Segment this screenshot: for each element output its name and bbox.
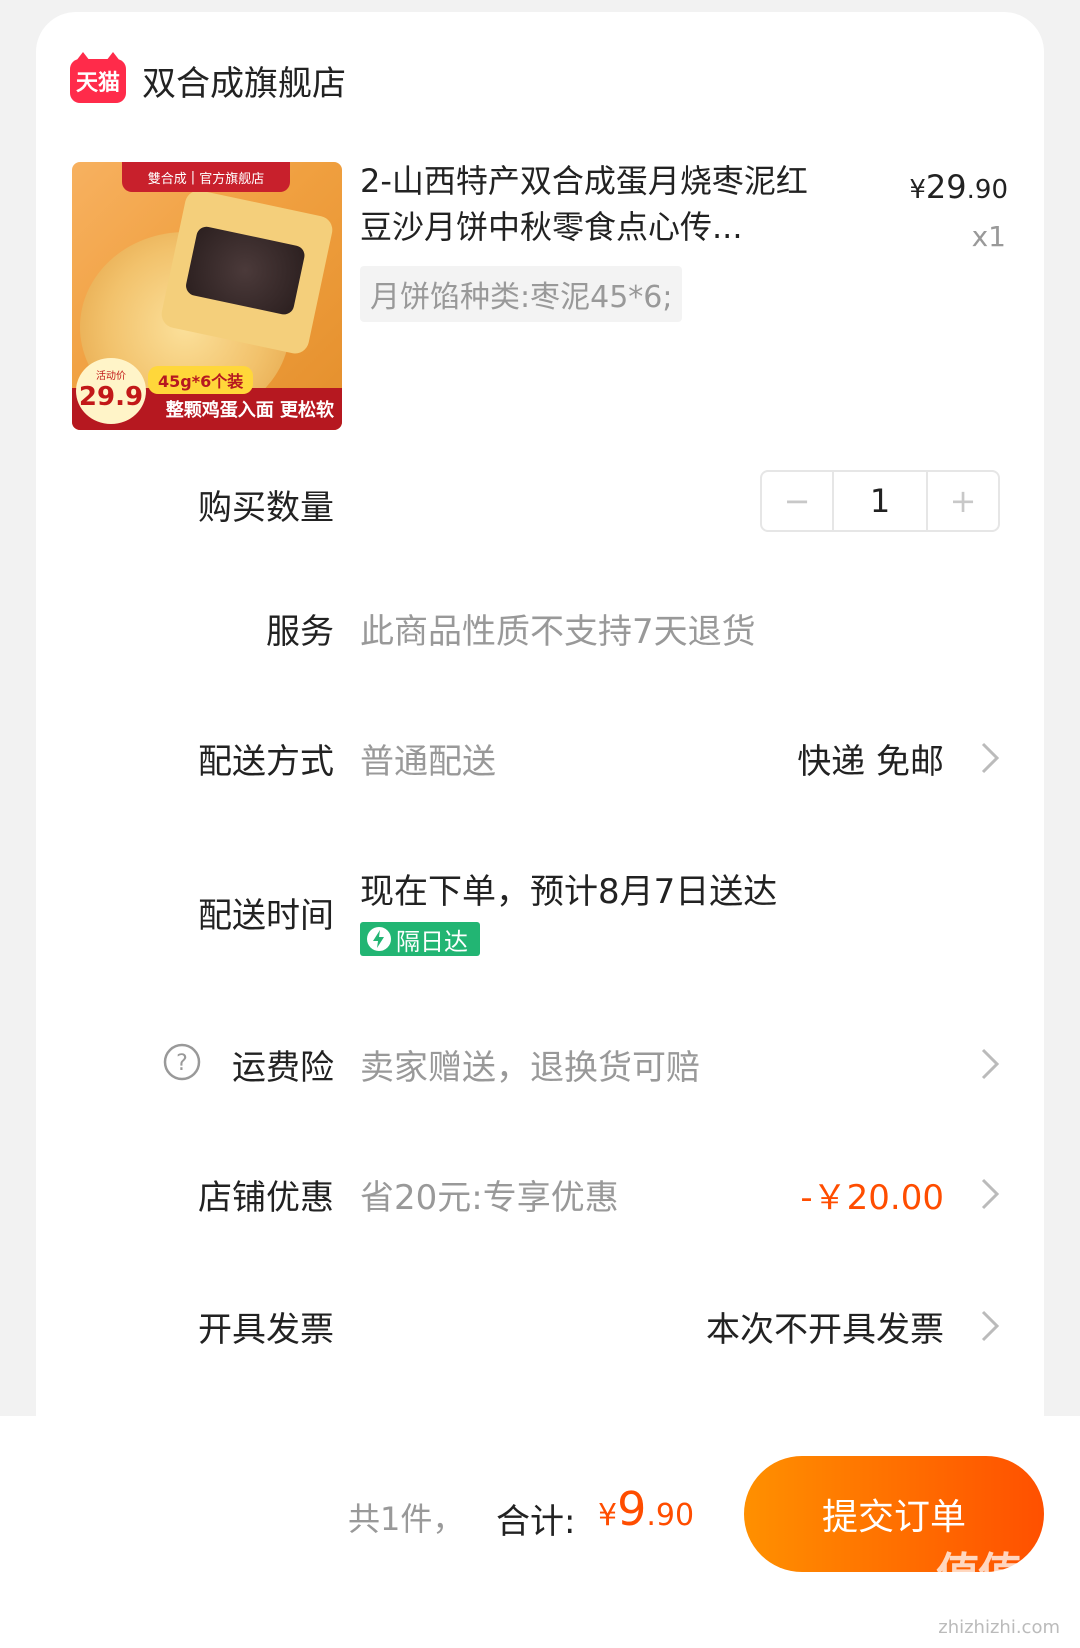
total-currency: ¥ (598, 1498, 618, 1533)
delivery-time-value: 现在下单，预计8月7日送达 (360, 872, 778, 912)
watermark: 值值值 (936, 1549, 1064, 1600)
quantity-label: 购买数量 (198, 488, 334, 528)
delivery-right[interactable]: 快递 免邮 (797, 734, 944, 783)
product-price: ¥29.90 (909, 168, 1008, 206)
service-value: 此商品性质不支持7天退货 (360, 612, 756, 652)
item-count: 共1件， (348, 1500, 465, 1538)
chevron-right-icon[interactable] (972, 1046, 1008, 1082)
svg-text:?: ? (176, 1051, 188, 1076)
store-discount-label: 店铺优惠 (198, 1178, 334, 1218)
image-brand-bar: 雙合成 | 官方旗舰店 (122, 162, 290, 192)
help-icon[interactable]: ? (162, 1042, 202, 1086)
tmall-logo: 天猫 (70, 51, 126, 103)
image-official: 官方旗舰店 (199, 171, 265, 187)
image-price-badge: 活动价 29.9 (76, 358, 146, 424)
delivery-label: 配送方式 (198, 742, 334, 782)
price-dec: .90 (966, 175, 1008, 205)
next-day-badge: 隔日达 (360, 922, 480, 956)
quantity-stepper[interactable]: − 1 + (760, 470, 1000, 532)
store-header[interactable]: 天猫 双合成旗舰店 (70, 51, 346, 105)
total-label: 合计: (496, 1502, 576, 1542)
product-spec[interactable]: 月饼馅种类:枣泥45*6; (360, 266, 683, 322)
chevron-right-icon[interactable] (972, 1176, 1008, 1212)
service-label: 服务 (266, 612, 334, 652)
quantity-value[interactable]: 1 (832, 472, 928, 530)
increase-button[interactable]: + (928, 472, 998, 530)
total-dec: .90 (646, 1498, 695, 1533)
image-price: 29.9 (78, 382, 144, 412)
product-image[interactable]: 雙合成 | 官方旗舰店 整颗鸡蛋入面 更松软 45g*6个装 活动价 29.9 (72, 162, 342, 430)
invoice-label: 开具发票 (198, 1310, 334, 1350)
product-quantity: x1 (971, 220, 1006, 253)
chevron-right-icon[interactable] (972, 1308, 1008, 1344)
price-int: 29 (925, 168, 967, 206)
delivery-time-label: 配送时间 (198, 896, 334, 936)
shipping-insurance-label: 运费险 (232, 1048, 334, 1088)
total-int: 9 (617, 1482, 647, 1536)
total-price: ¥9.90 (598, 1482, 694, 1536)
image-promo-tag: 45g*6个装 (148, 366, 254, 394)
decrease-button[interactable]: − (762, 472, 832, 530)
store-discount-value: 省20元:专享优惠 (360, 1178, 619, 1218)
image-price-label: 活动价 (96, 371, 126, 382)
image-brand: 雙合成 (147, 171, 187, 187)
tmall-logo-text: 天猫 (75, 70, 120, 96)
chevron-right-icon[interactable] (972, 740, 1008, 776)
delivery-value: 普通配送 (360, 742, 496, 782)
lightning-icon (367, 927, 391, 951)
store-discount-amount[interactable]: -￥20.00 (800, 1170, 944, 1219)
watermark-url: zhizhizhi.com (938, 1617, 1060, 1638)
product-title[interactable]: 2-山西特产双合成蛋月烧枣泥红豆沙月饼中秋零食点心传... (360, 158, 820, 250)
invoice-value[interactable]: 本次不开具发票 (706, 1302, 944, 1351)
shipping-insurance-value: 卖家赠送，退换货可赔 (360, 1048, 700, 1088)
store-name[interactable]: 双合成旗舰店 (142, 56, 346, 105)
next-day-badge-text: 隔日达 (396, 927, 468, 956)
checkout-bar: 共1件， 合计: ¥9.90 提交订单 值值值 zhizhizhi.com (0, 1416, 1080, 1648)
price-currency: ¥ (909, 175, 926, 205)
order-card: 天猫 双合成旗舰店 雙合成 | 官方旗舰店 整颗鸡蛋入面 更松软 45g*6个装… (36, 12, 1044, 1492)
